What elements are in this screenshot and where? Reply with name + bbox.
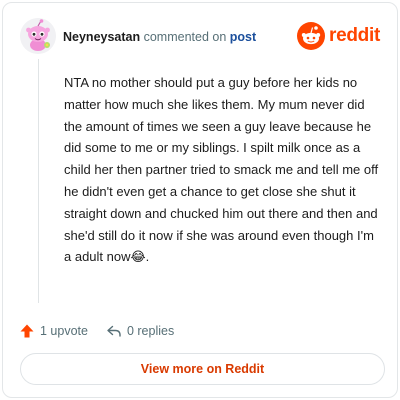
comment-header: Neyneysatan commented on post reddit [20,18,390,58]
comment-byline: Neyneysatan commented on post [63,30,256,44]
username-link[interactable]: Neyneysatan [63,30,140,44]
thread-line [38,59,39,303]
comment-card: Neyneysatan commented on post reddit NTA… [2,2,398,398]
reddit-logo[interactable]: reddit [297,21,380,51]
brand-wordmark: reddit [329,25,380,46]
reddit-snoo-icon [297,22,326,50]
post-link[interactable]: post [230,30,256,44]
reply-arrow-icon [107,325,121,337]
comment-body: NTA no mother should put a guy before he… [64,75,379,265]
upvote-arrow-icon [20,324,34,338]
pink-snoo-avatar-icon[interactable] [20,18,56,54]
upvote-button[interactable]: 1 upvote [19,323,88,339]
replies-count: 0 replies [126,324,175,338]
upvote-count: 1 upvote [40,324,88,338]
action-text: commented on [143,30,227,44]
replies-button[interactable]: 0 replies [106,323,174,339]
comment-actions: 1 upvote 0 replies [19,321,174,341]
view-more-button[interactable]: View more on Reddit [20,353,385,385]
